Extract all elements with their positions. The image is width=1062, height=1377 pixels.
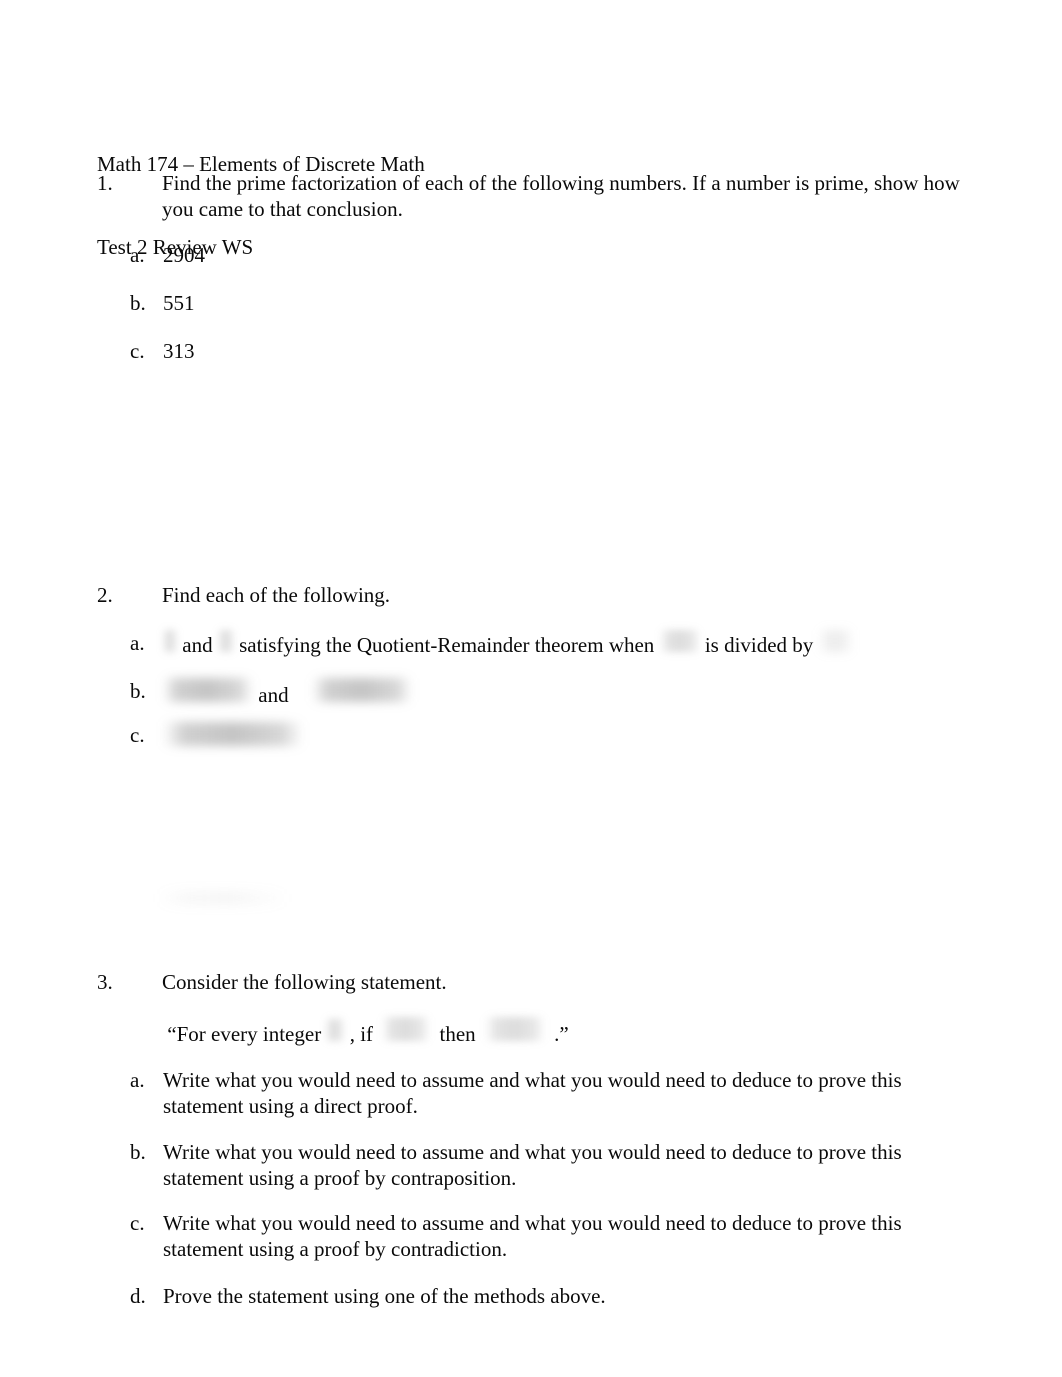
redacted-math-object (217, 630, 234, 652)
redacted-math-object (311, 678, 412, 702)
question-2-item-b: b. and (130, 678, 960, 708)
item-letter: c. (130, 723, 145, 747)
item-letter: a. (130, 1068, 145, 1092)
question-1-item-c: c. 313 (130, 338, 530, 364)
question-1-number: 1. (97, 171, 113, 195)
text-fragment: is divided by (699, 633, 819, 657)
item-value: 551 (163, 291, 195, 315)
item-value: and (163, 678, 412, 708)
question-1-item-a: a. 2904 (130, 242, 530, 268)
item-value: Prove the statement using one of the met… (163, 1284, 606, 1308)
question-3: 3. Consider the following statement. (97, 969, 962, 995)
question-1-item-b: b. 551 (130, 290, 530, 316)
text-fragment: “For every integer (162, 1022, 327, 1046)
text-fragment: satisfying the Quotient-Remainder theore… (233, 633, 660, 657)
question-3-statement: “For every integer , if then .” (162, 1017, 962, 1047)
faint-artifact (158, 893, 288, 903)
redacted-math-object (818, 630, 853, 652)
item-letter: a. (130, 631, 145, 655)
question-3-number: 3. (97, 970, 113, 994)
question-2: 2. Find each of the following. (97, 582, 962, 608)
text-fragment: and (253, 683, 294, 707)
question-3-item-a: a. Write what you would need to assume a… (130, 1067, 920, 1119)
item-letter: b. (130, 291, 146, 315)
item-value: Write what you would need to assume and … (163, 1068, 902, 1118)
item-value (163, 722, 303, 752)
question-1: 1. Find the prime factorization of each … (97, 170, 962, 222)
question-1-prompt: Find the prime factorization of each of … (162, 171, 960, 221)
item-letter: d. (130, 1284, 146, 1308)
item-letter: a. (130, 243, 145, 267)
item-letter: c. (130, 1211, 145, 1235)
redacted-math-object (163, 678, 253, 702)
text-fragment: and (177, 633, 218, 657)
item-value: 313 (163, 339, 195, 363)
item-value: and satisfying the Quotient-Remainder th… (163, 630, 853, 658)
item-value: Write what you would need to assume and … (163, 1211, 902, 1261)
question-3-item-c: c. Write what you would need to assume a… (130, 1210, 920, 1262)
question-3-item-d: d. Prove the statement using one of the … (130, 1283, 920, 1309)
statement-text: “For every integer , if then .” (162, 1017, 574, 1047)
worksheet-page: Math 174 – Elements of Discrete Math Tes… (0, 0, 1062, 1377)
question-2-item-a: a. and satisfying the Quotient-Remainder… (130, 630, 960, 658)
item-value: Write what you would need to assume and … (163, 1140, 902, 1190)
question-3-prompt: Consider the following statement. (162, 970, 447, 994)
redacted-math-object (326, 1019, 345, 1041)
redacted-math-object (163, 722, 303, 746)
redacted-math-object (659, 630, 700, 652)
redacted-math-object (382, 1017, 431, 1041)
item-letter: c. (130, 339, 145, 363)
question-3-item-b: b. Write what you would need to assume a… (130, 1139, 920, 1191)
item-value: 2904 (163, 243, 205, 267)
redacted-math-object (484, 1017, 545, 1041)
item-letter: b. (130, 679, 146, 703)
text-fragment: then (434, 1022, 481, 1046)
text-fragment: .” (548, 1022, 574, 1046)
question-2-item-c: c. (130, 722, 960, 752)
item-letter: b. (130, 1140, 146, 1164)
text-fragment: , if (344, 1022, 379, 1046)
question-2-prompt: Find each of the following. (162, 583, 391, 607)
question-2-number: 2. (97, 583, 113, 607)
redacted-math-object (163, 630, 177, 652)
